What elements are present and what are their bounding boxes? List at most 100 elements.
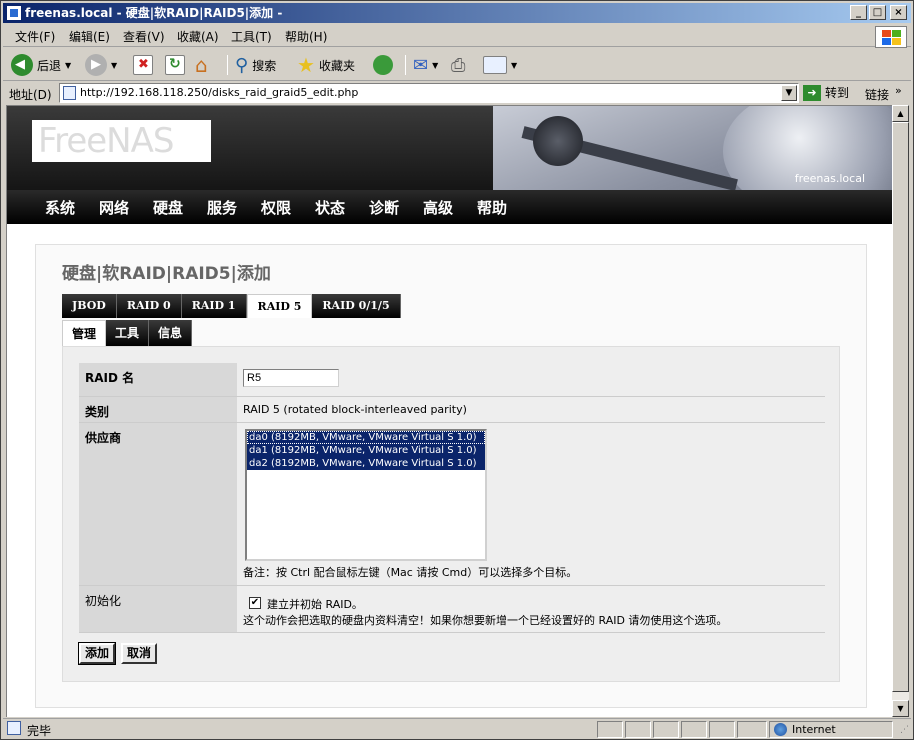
tab-tools[interactable]: 工具	[106, 320, 150, 346]
edit-button[interactable]: ▼	[483, 53, 517, 77]
dropdown-arrow-icon: ▼	[432, 60, 439, 70]
site-header: FreeNAS freenas.local	[7, 106, 892, 190]
maximize-button[interactable]: □	[869, 5, 886, 20]
providers-label: 供应商	[79, 423, 237, 585]
tab-raid1[interactable]: RAID 1	[181, 294, 247, 318]
address-dropdown-button[interactable]: ▼	[781, 85, 797, 101]
stop-icon: ✖	[133, 55, 153, 75]
browser-window: freenas.local - 硬盘|软RAID|RAID5|添加 - _ □ …	[0, 0, 914, 740]
raid-name-label: RAID 名	[79, 363, 237, 396]
providers-listbox[interactable]: da0 (8192MB, VMware, VMware Virtual S 1.…	[245, 429, 487, 561]
go-button[interactable]: ➜ 转到	[803, 84, 849, 101]
back-arrow-icon	[11, 54, 33, 76]
sub-tabs: 管理 工具 信息	[62, 320, 193, 346]
search-button[interactable]: ⚲ 搜索	[235, 53, 276, 77]
raid-name-row: RAID 名	[79, 363, 825, 397]
printer-icon: ⎙	[451, 54, 466, 76]
init-row: 初始化 ✔ 建立并初始 RAID。 这个动作会把选取的硬盘内资料清空！如果你想要…	[79, 586, 825, 633]
history-icon	[373, 55, 393, 75]
mail-icon: ✉	[413, 54, 429, 76]
stop-button[interactable]: ✖	[133, 53, 153, 77]
add-button[interactable]: 添加	[77, 642, 117, 665]
hard-disk-banner-image: freenas.local	[493, 106, 892, 190]
tab-raid0[interactable]: RAID 0	[116, 294, 182, 318]
menu-file[interactable]: 文件(F)	[15, 28, 55, 45]
chevron-right-icon[interactable]: »	[895, 84, 902, 97]
status-bar: 完毕 Internet ⋰	[3, 718, 911, 738]
menu-help[interactable]: 帮助(H)	[285, 28, 327, 45]
back-button[interactable]: 后退 ▼	[11, 53, 71, 77]
history-button[interactable]	[373, 53, 393, 77]
mail-button[interactable]: ✉ ▼	[413, 53, 438, 77]
nav-help[interactable]: 帮助	[477, 197, 507, 218]
back-label: 后退	[37, 58, 62, 73]
windows-logo-icon	[875, 26, 907, 48]
nav-advanced[interactable]: 高级	[423, 197, 453, 218]
print-button[interactable]: ⎙	[451, 53, 465, 77]
home-button[interactable]: ⌂	[195, 53, 208, 77]
resize-grip-icon[interactable]: ⋰	[900, 725, 909, 735]
tab-info[interactable]: 信息	[149, 320, 193, 346]
address-input[interactable]: http://192.168.118.250/disks_raid_graid5…	[59, 83, 799, 103]
address-bar: 地址(D) http://192.168.118.250/disks_raid_…	[3, 82, 911, 104]
window-title: freenas.local - 硬盘|软RAID|RAID5|添加 -	[25, 6, 283, 20]
dropdown-arrow-icon: ▼	[111, 60, 118, 70]
dropdown-arrow-icon: ▼	[65, 60, 72, 70]
title-bar: freenas.local - 硬盘|软RAID|RAID5|添加 - _ □ …	[3, 3, 911, 23]
nav-access[interactable]: 权限	[261, 197, 291, 218]
menu-tools[interactable]: 工具(T)	[231, 28, 272, 45]
menu-favorites[interactable]: 收藏(A)	[177, 28, 219, 45]
tab-raid5[interactable]: RAID 5	[246, 294, 313, 318]
scroll-thumb[interactable]	[892, 122, 909, 692]
hostname-label: freenas.local	[794, 172, 865, 185]
nav-services[interactable]: 服务	[207, 197, 237, 218]
init-checkbox[interactable]: ✔	[249, 597, 261, 609]
nav-system[interactable]: 系统	[45, 197, 75, 218]
provider-option[interactable]: da0 (8192MB, VMware, VMware Virtual S 1.…	[247, 431, 485, 444]
nav-diagnostics[interactable]: 诊断	[369, 197, 399, 218]
nav-disks[interactable]: 硬盘	[153, 197, 183, 218]
provider-option[interactable]: da2 (8192MB, VMware, VMware Virtual S 1.…	[247, 457, 485, 470]
raid-form: RAID 名 类别 RAID 5 (rotated block-interlea…	[62, 346, 840, 682]
vertical-scrollbar[interactable]: ▲ ▼	[892, 105, 909, 717]
menu-view[interactable]: 查看(V)	[123, 28, 165, 45]
toolbar: 后退 ▼ ▼ ✖ ↻ ⌂ ⚲ 搜索 ★ 收藏夹 ✉ ▼	[3, 49, 911, 81]
home-icon: ⌂	[195, 53, 208, 77]
providers-note: 备注：按 Ctrl 配合鼠标左键（Mac 请按 Cmd）可以选择多个目标。	[243, 566, 578, 579]
scroll-down-button[interactable]: ▼	[892, 700, 909, 717]
search-label: 搜索	[252, 58, 277, 73]
cancel-button[interactable]: 取消	[121, 643, 158, 664]
raid-name-input[interactable]	[243, 369, 339, 387]
minimize-button[interactable]: _	[850, 5, 867, 20]
page-title: 硬盘|软RAID|RAID5|添加	[62, 264, 271, 284]
raid-type-value: RAID 5 (rotated block-interleaved parity…	[243, 403, 467, 416]
nav-network[interactable]: 网络	[99, 197, 129, 218]
freenas-logo: FreeNAS	[32, 120, 211, 162]
tab-jbod[interactable]: JBOD	[62, 294, 117, 318]
ie-page-icon	[6, 5, 22, 21]
menu-edit[interactable]: 编辑(E)	[69, 28, 110, 45]
edit-page-icon	[483, 56, 507, 74]
page-icon	[63, 86, 76, 100]
tab-raid015[interactable]: RAID 0/1/5	[312, 294, 401, 318]
init-warning: 这个动作会把选取的硬盘内资料清空！如果你想要新增一个已经设置好的 RAID 请勿…	[243, 614, 728, 627]
refresh-button[interactable]: ↻	[165, 53, 185, 77]
page-viewport: FreeNAS freenas.local 系统 网络 硬盘 服务 权限 状态 …	[6, 105, 892, 717]
favorites-label: 收藏夹	[318, 58, 355, 73]
providers-row: 供应商 da0 (8192MB, VMware, VMware Virtual …	[79, 423, 825, 586]
favorites-button[interactable]: ★ 收藏夹	[297, 53, 355, 77]
provider-option[interactable]: da1 (8192MB, VMware, VMware Virtual S 1.…	[247, 444, 485, 457]
dropdown-arrow-icon: ▼	[511, 60, 518, 70]
tab-manage[interactable]: 管理	[62, 320, 107, 346]
init-label: 初始化	[79, 586, 237, 632]
refresh-icon: ↻	[165, 55, 185, 75]
search-icon: ⚲	[235, 54, 249, 76]
star-icon: ★	[297, 53, 315, 77]
go-arrow-icon: ➜	[803, 84, 821, 101]
links-button[interactable]: 链接	[865, 86, 889, 103]
raid-type-tabs: JBOD RAID 0 RAID 1 RAID 5 RAID 0/1/5	[62, 294, 401, 318]
forward-button[interactable]: ▼	[85, 53, 117, 77]
scroll-up-button[interactable]: ▲	[892, 105, 909, 122]
nav-status[interactable]: 状态	[315, 197, 345, 218]
close-button[interactable]: ×	[890, 5, 907, 20]
